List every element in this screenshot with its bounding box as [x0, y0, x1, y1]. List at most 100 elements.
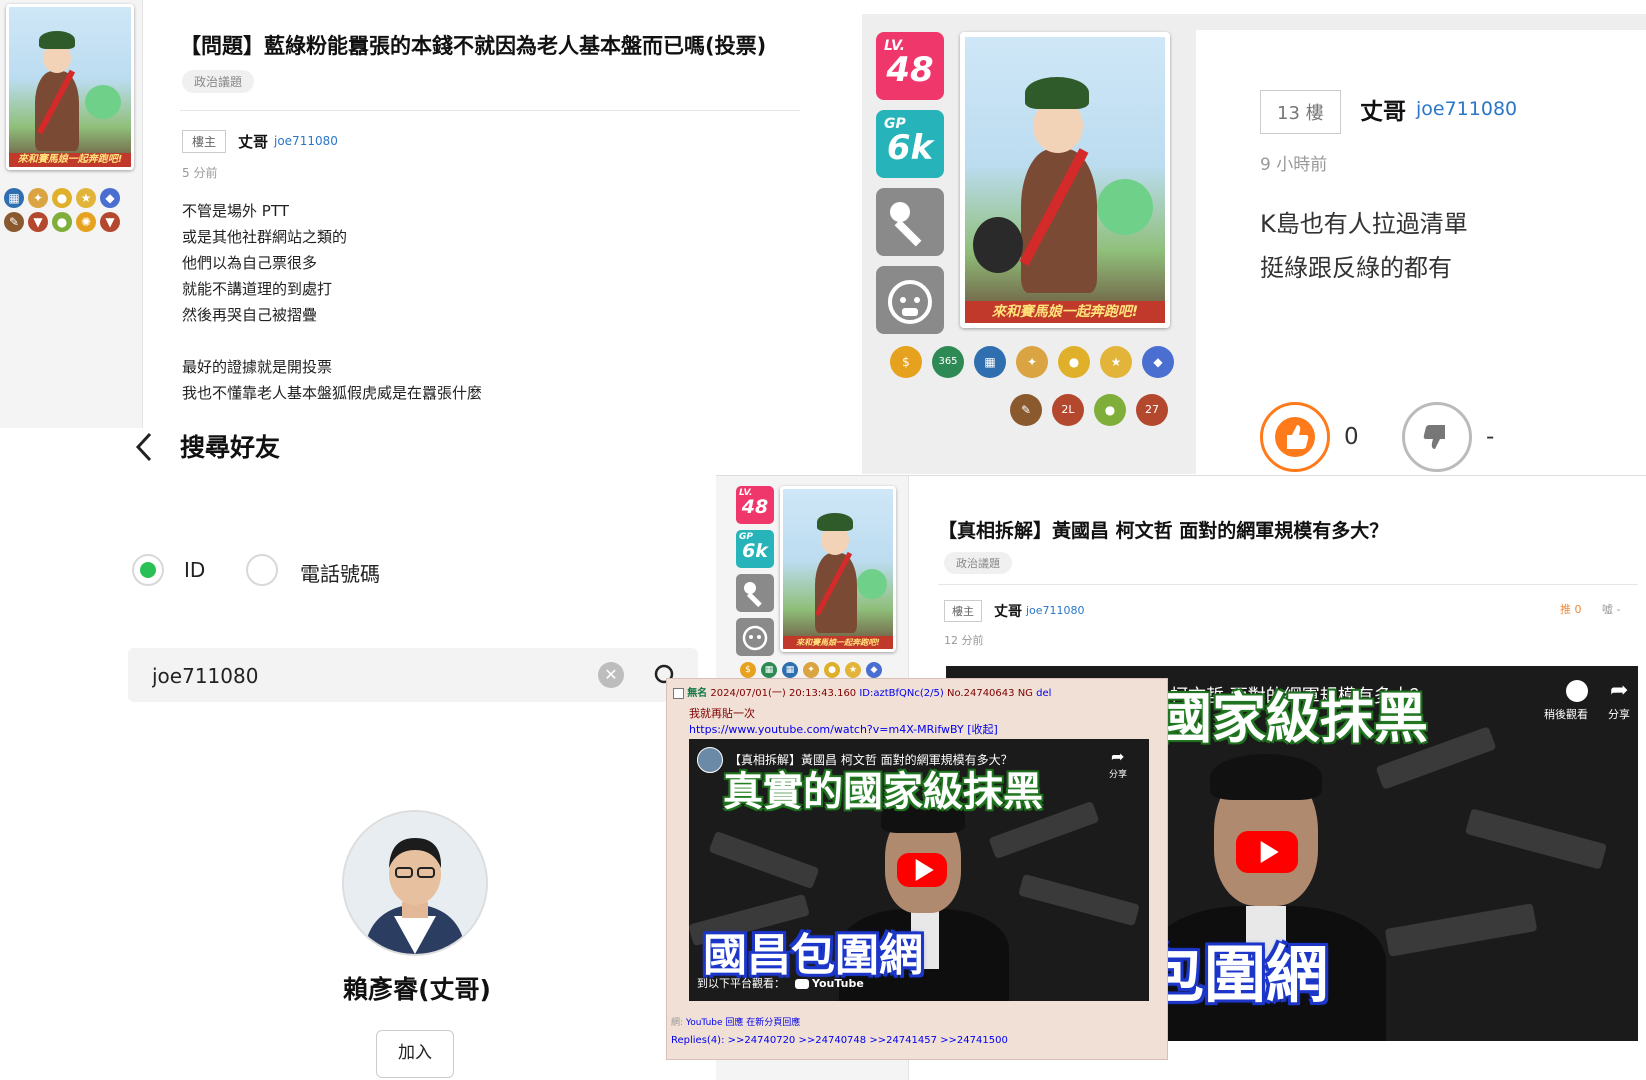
medal-icon[interactable]: ▦	[761, 662, 777, 678]
youtube-label[interactable]: YouTube	[812, 977, 864, 990]
post-header: 無名 2024/07/01(一) 20:13:43.160 ID:aztBfQN…	[673, 684, 1051, 699]
radio-id[interactable]	[132, 554, 164, 586]
medal-icon[interactable]: ✦	[803, 662, 819, 678]
play-button-icon[interactable]	[1236, 831, 1298, 873]
share-icon[interactable]: ➦	[1111, 747, 1124, 766]
wand-icon[interactable]	[736, 574, 774, 612]
thumbs-up-icon	[1275, 417, 1315, 457]
del-link[interactable]: del	[1036, 688, 1051, 699]
share-icon[interactable]: ➦	[1610, 678, 1628, 703]
medal-icon[interactable]: ●	[52, 188, 72, 208]
sun-medal-icon[interactable]: $	[740, 662, 756, 678]
reply-link[interactable]: >>24740748	[798, 1035, 866, 1046]
medal-icon[interactable]: ●	[52, 212, 72, 232]
radio-id-label[interactable]: ID	[184, 558, 205, 582]
post-datetime: 2024/07/01(一) 20:13:43.160	[710, 688, 857, 699]
medal-icon[interactable]: ▦	[4, 188, 24, 208]
level-badge[interactable]: LV. 48	[736, 486, 774, 524]
add-friend-button[interactable]: 加入	[376, 1030, 454, 1078]
gp-badge[interactable]: GP 6k	[876, 110, 944, 178]
medal-icon[interactable]: ●	[824, 662, 840, 678]
medal-icon[interactable]: ◆	[1142, 346, 1174, 378]
medal-icon[interactable]: ▼	[100, 212, 120, 232]
ng-link[interactable]: NG	[1018, 688, 1033, 699]
shield-medal-icon[interactable]: ★	[845, 662, 861, 678]
author-name[interactable]: 丈哥	[1360, 92, 1406, 126]
medal-icon[interactable]: ▦	[974, 346, 1006, 378]
channel-avatar[interactable]	[697, 747, 723, 773]
medal-icon[interactable]: ▼	[28, 212, 48, 232]
sun-medal-icon[interactable]: $	[890, 346, 922, 378]
medal-icon[interactable]: ✦	[28, 188, 48, 208]
author-name[interactable]: 丈哥	[238, 131, 268, 152]
reply-link[interactable]: >>24741500	[940, 1035, 1008, 1046]
medal-27-icon[interactable]: 27	[1136, 394, 1168, 426]
search-bar: ✕	[128, 648, 698, 702]
reply-line: 挺綠跟反綠的都有	[1260, 254, 1452, 282]
youtube-link[interactable]: https://www.youtube.com/watch?v=m4X-MRif…	[689, 723, 964, 736]
medal-2l-icon[interactable]: 2L	[1052, 394, 1084, 426]
sun-medal-icon[interactable]: ✺	[76, 212, 96, 232]
author-avatar-card[interactable]: 來和賽馬娘一起奔跑吧!	[6, 4, 134, 170]
post-number[interactable]: No.24740643	[947, 688, 1015, 699]
wand-icon[interactable]	[876, 188, 944, 256]
watch-on-label: 到以下平台觀看：	[697, 977, 785, 990]
clock-icon[interactable]	[1566, 680, 1588, 702]
author-id[interactable]: joe711080	[274, 134, 338, 148]
medal-icon[interactable]: ●	[1058, 346, 1090, 378]
shield-medal-icon[interactable]: ★	[76, 188, 96, 208]
watch-later-label[interactable]: 稍後觀看	[1544, 706, 1588, 722]
medal-icon[interactable]: ◆	[866, 662, 882, 678]
boo-count[interactable]: 噓 -	[1602, 601, 1620, 617]
clear-icon[interactable]: ✕	[598, 662, 624, 688]
search-input[interactable]	[150, 660, 594, 692]
back-chevron-icon[interactable]	[130, 430, 162, 464]
author-id[interactable]: joe711080	[1416, 98, 1517, 120]
radio-phone[interactable]	[246, 554, 278, 586]
level-badge[interactable]: LV. 48	[876, 32, 944, 100]
play-button-icon[interactable]	[897, 853, 947, 887]
thread-title[interactable]: 【問題】藍綠粉能囂張的本錢不就因為老人基本盤而已嗎(投票)	[180, 30, 766, 60]
medal-collection: $ ▦ ▦ ✦ ● ★ ◆	[740, 662, 904, 678]
post-footer: 網: YouTube 回應 在新分頁回應	[671, 1018, 801, 1028]
dislike-button[interactable]	[1402, 402, 1472, 472]
medal-icon[interactable]: ●	[1094, 394, 1126, 426]
friend-search-panel: 搜尋好友 ID 電話號碼 ✕ 賴彥睿(丈哥) 加入	[0, 430, 716, 1080]
select-checkbox[interactable]	[673, 687, 684, 699]
author-name[interactable]: 丈哥	[994, 601, 1022, 621]
reply-link[interactable]: >>24741457	[869, 1035, 937, 1046]
author-avatar-card[interactable]: 來和賽馬娘一起奔跑吧!	[960, 32, 1170, 328]
calendar-365-icon[interactable]: 365	[932, 346, 964, 378]
forum-thread-panel: 來和賽馬娘一起奔跑吧! ▦ ✦ ● ★ ◆ ✎ ▼ ● ✺ ▼ 【問題】藍綠粉能…	[0, 0, 835, 428]
face-mask-icon[interactable]	[876, 266, 944, 334]
collapse-link[interactable]: [收起]	[967, 723, 998, 736]
youtube-reply-link[interactable]: YouTube 回應	[686, 1018, 743, 1028]
post-time: 5 分前	[182, 166, 218, 180]
post-line: 最好的證據就是開投票	[182, 358, 333, 376]
poster-id[interactable]: ID:aztBfQNc(2/5)	[859, 688, 943, 699]
author-id[interactable]: joe711080	[1026, 604, 1085, 617]
like-button[interactable]	[1260, 402, 1330, 472]
author-avatar-card[interactable]: 來和賽馬娘一起奔跑吧!	[780, 486, 896, 652]
face-mask-icon[interactable]	[736, 618, 774, 656]
reply-link[interactable]: >>24740720	[728, 1035, 796, 1046]
category-tag[interactable]: 政治議題	[944, 552, 1012, 574]
push-count[interactable]: 推 0	[1560, 601, 1582, 617]
medal-icon[interactable]: ✎	[4, 212, 24, 232]
embedded-video[interactable]: 【真相拆解】黃國昌 柯文哲 面對的網軍規模有多大？ ➦ 分享 真實的國家級抹黑 …	[689, 739, 1149, 1001]
watch-on-row: 到以下平台觀看： YouTube	[697, 975, 864, 991]
share-label[interactable]: 分享	[1109, 767, 1127, 780]
medal-icon[interactable]: ▦	[782, 662, 798, 678]
medal-icon[interactable]: ✎	[1010, 394, 1042, 426]
category-tag[interactable]: 政治議題	[182, 70, 255, 93]
youtube-logo-icon[interactable]	[794, 979, 809, 989]
radio-phone-label[interactable]: 電話號碼	[300, 558, 380, 587]
gp-badge[interactable]: GP 6k	[736, 530, 774, 568]
shield-medal-icon[interactable]: ★	[1100, 346, 1132, 378]
share-label[interactable]: 分享	[1608, 706, 1630, 722]
medal-icon[interactable]: ◆	[100, 188, 120, 208]
thread-title[interactable]: 【真相拆解】黃國昌 柯文哲 面對的網軍規模有多大？	[938, 516, 1388, 543]
medal-icon[interactable]: ✦	[1016, 346, 1048, 378]
post-body: 不管是場外 PTT 或是其他社群網站之類的 他們以為自己票很多 就能不講道理的到…	[182, 198, 482, 406]
new-tab-reply-link[interactable]: 在新分頁回應	[746, 1018, 800, 1028]
